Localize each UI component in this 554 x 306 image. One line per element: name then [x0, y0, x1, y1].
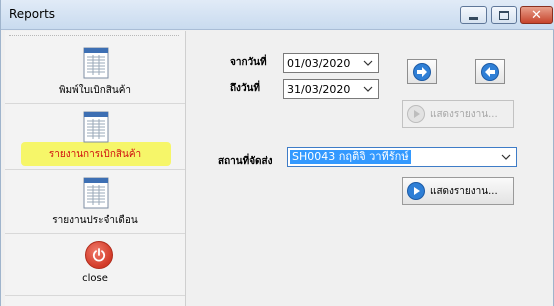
sidebar-separator [5, 233, 185, 234]
document-icon [83, 47, 109, 79]
sidebar-item-monthly-report[interactable]: รายงานประจำเดือน [5, 175, 185, 235]
to-date-label: ถึงวันที่ [230, 83, 260, 94]
minimize-icon [469, 16, 478, 20]
reports-window: Reports ✕ พิมพ์ใบเบิกสินค้า รายงานการเบิ… [0, 0, 554, 306]
show-report-label: แสดงรายงาน... [430, 185, 498, 197]
show-report-label: แสดงรายงาน... [430, 108, 498, 120]
sidebar-close-button[interactable]: close [5, 237, 185, 293]
to-date-value: 31/03/2020 [287, 83, 351, 96]
chevron-down-icon [501, 154, 511, 160]
maximize-icon [499, 10, 509, 20]
arrow-right-icon [413, 62, 431, 81]
chevron-down-icon [363, 86, 373, 92]
arrow-left-icon [481, 62, 499, 81]
close-label: close [82, 273, 108, 284]
minimize-button[interactable] [460, 6, 487, 24]
sidebar-item-print-issue-slip[interactable]: พิมพ์ใบเบิกสินค้า [5, 45, 185, 105]
sidebar-item-label: รายงานประจำเดือน [52, 215, 138, 226]
show-report-button-disabled: แสดงรายงาน... [402, 100, 514, 128]
previous-button[interactable] [475, 59, 505, 84]
window-title: Reports [9, 7, 56, 21]
chevron-down-icon [363, 60, 373, 66]
sidebar-separator [5, 295, 185, 296]
maximize-button[interactable] [491, 6, 517, 24]
document-icon [83, 111, 109, 143]
play-icon [407, 105, 425, 123]
sidebar-separator [5, 169, 185, 170]
sidebar-item-issue-report[interactable]: รายงานการเบิกสินค้า [5, 109, 185, 171]
sidebar: พิมพ์ใบเบิกสินค้า รายงานการเบิกสินค้า รา… [5, 31, 186, 306]
sidebar-item-label: พิมพ์ใบเบิกสินค้า [58, 85, 132, 96]
power-icon [85, 241, 113, 269]
to-date-dropdown[interactable]: 31/03/2020 [283, 79, 379, 99]
from-date-dropdown[interactable]: 01/03/2020 [283, 53, 379, 73]
show-report-button[interactable]: แสดงรายงาน... [402, 177, 514, 205]
title-bar: Reports ✕ [1, 0, 554, 30]
from-date-label: จากวันที่ [230, 57, 267, 68]
close-icon: ✕ [531, 7, 542, 23]
shipping-location-value: SH0043 กฤติจิ วาทีรักษ์ [290, 150, 411, 164]
sidebar-separator [5, 103, 185, 104]
shipping-location-dropdown[interactable]: SH0043 กฤติจิ วาทีรักษ์ [287, 147, 517, 167]
from-date-value: 01/03/2020 [287, 57, 351, 70]
play-icon [407, 182, 425, 200]
sidebar-item-label: รายงานการเบิกสินค้า [48, 149, 142, 160]
document-icon [83, 177, 109, 209]
next-button[interactable] [407, 59, 437, 84]
close-window-button[interactable]: ✕ [520, 6, 553, 24]
shipping-location-label: สถานที่จัดส่ง [218, 156, 273, 167]
sidebar-divider [9, 35, 179, 36]
